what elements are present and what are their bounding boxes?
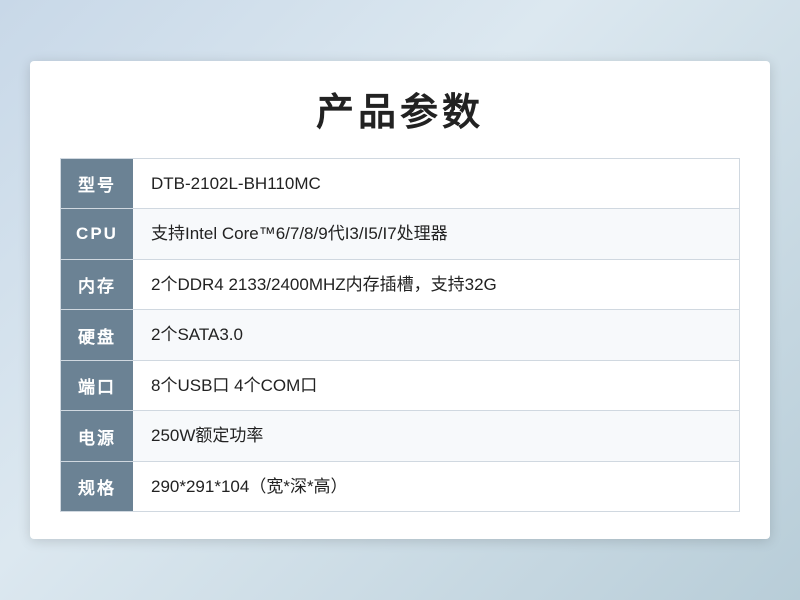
spec-row: 电源250W额定功率 (60, 410, 740, 462)
spec-label: 内存 (61, 260, 133, 310)
spec-label: 硬盘 (61, 310, 133, 360)
spec-value: DTB-2102L-BH110MC (133, 159, 739, 209)
spec-value: 2个SATA3.0 (133, 310, 739, 360)
spec-row: 内存2个DDR4 2133/2400MHZ内存插槽，支持32G (60, 259, 740, 311)
page-title: 产品参数 (60, 81, 740, 136)
spec-row: 型号 DTB-2102L-BH110MC (60, 158, 740, 210)
spec-table: 型号 DTB-2102L-BH110MCCPU支持Intel Core™6/7/… (60, 158, 740, 513)
spec-label: 规格 (61, 462, 133, 512)
spec-label: 型号 (61, 159, 133, 209)
spec-row: 硬盘2个SATA3.0 (60, 309, 740, 361)
spec-value: 250W额定功率 (133, 411, 739, 461)
spec-label: 端口 (61, 361, 133, 411)
spec-value: 8个USB口 4个COM口 (133, 361, 739, 411)
spec-label: 电源 (61, 411, 133, 461)
spec-row: 规格290*291*104（宽*深*高） (60, 461, 740, 513)
spec-label: CPU (61, 209, 133, 259)
spec-row: 端口8个USB口 4个COM口 (60, 360, 740, 412)
spec-row: CPU支持Intel Core™6/7/8/9代I3/I5/I7处理器 (60, 208, 740, 260)
spec-value: 2个DDR4 2133/2400MHZ内存插槽，支持32G (133, 260, 739, 310)
spec-value: 290*291*104（宽*深*高） (133, 462, 739, 512)
product-spec-card: 产品参数 型号 DTB-2102L-BH110MCCPU支持Intel Core… (30, 61, 770, 540)
spec-value: 支持Intel Core™6/7/8/9代I3/I5/I7处理器 (133, 209, 739, 259)
